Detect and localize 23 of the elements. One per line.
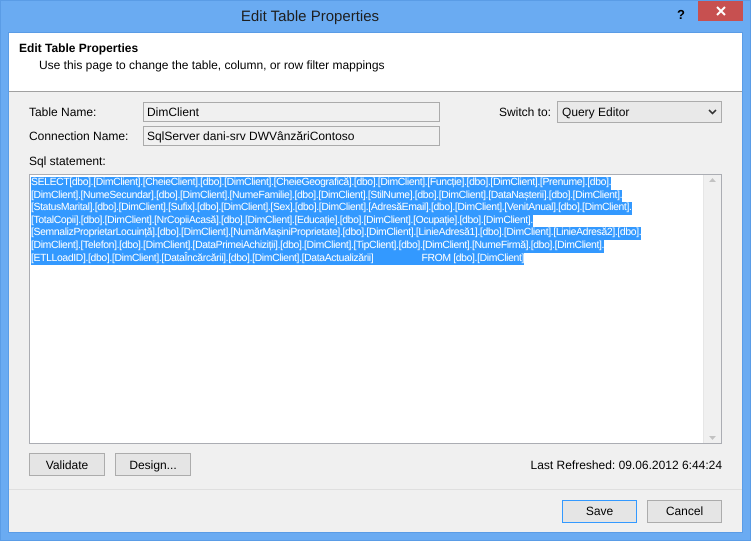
close-button[interactable] — [698, 1, 743, 21]
sql-text-area[interactable] — [29, 174, 722, 444]
save-button[interactable]: Save — [562, 500, 637, 522]
close-icon — [716, 6, 726, 16]
header-title: Edit Table Properties — [19, 41, 140, 55]
last-refreshed-text: Last Refreshed: 09.06.2012 6:44:24 — [530, 458, 722, 472]
connection-name-field[interactable]: SqlServer dani-srv DWVânzăriContoso — [143, 126, 440, 146]
scroll-up-icon — [709, 178, 716, 182]
sql-statement-label: Sql statement: — [29, 154, 107, 168]
table-name-field[interactable]: DimClient — [143, 102, 440, 122]
design-button[interactable]: Design... — [115, 453, 191, 476]
help-button[interactable]: ? — [677, 7, 685, 22]
window-title: Edit Table Properties — [240, 8, 380, 25]
cancel-button[interactable]: Cancel — [647, 500, 722, 522]
switch-to-dropdown[interactable]: Query Editor — [557, 101, 722, 123]
header-subtitle: Use this page to change the table, column, or row filter mappings — [39, 58, 386, 72]
table-name-label: Table Name: — [29, 105, 98, 119]
chevron-down-icon — [708, 109, 717, 115]
switch-to-label: Switch to: — [499, 105, 552, 119]
validate-button[interactable]: Validate — [29, 453, 105, 476]
scroll-down-icon — [709, 436, 716, 440]
connection-name-label: Connection Name: — [29, 129, 130, 143]
vertical-scrollbar[interactable] — [703, 175, 721, 443]
